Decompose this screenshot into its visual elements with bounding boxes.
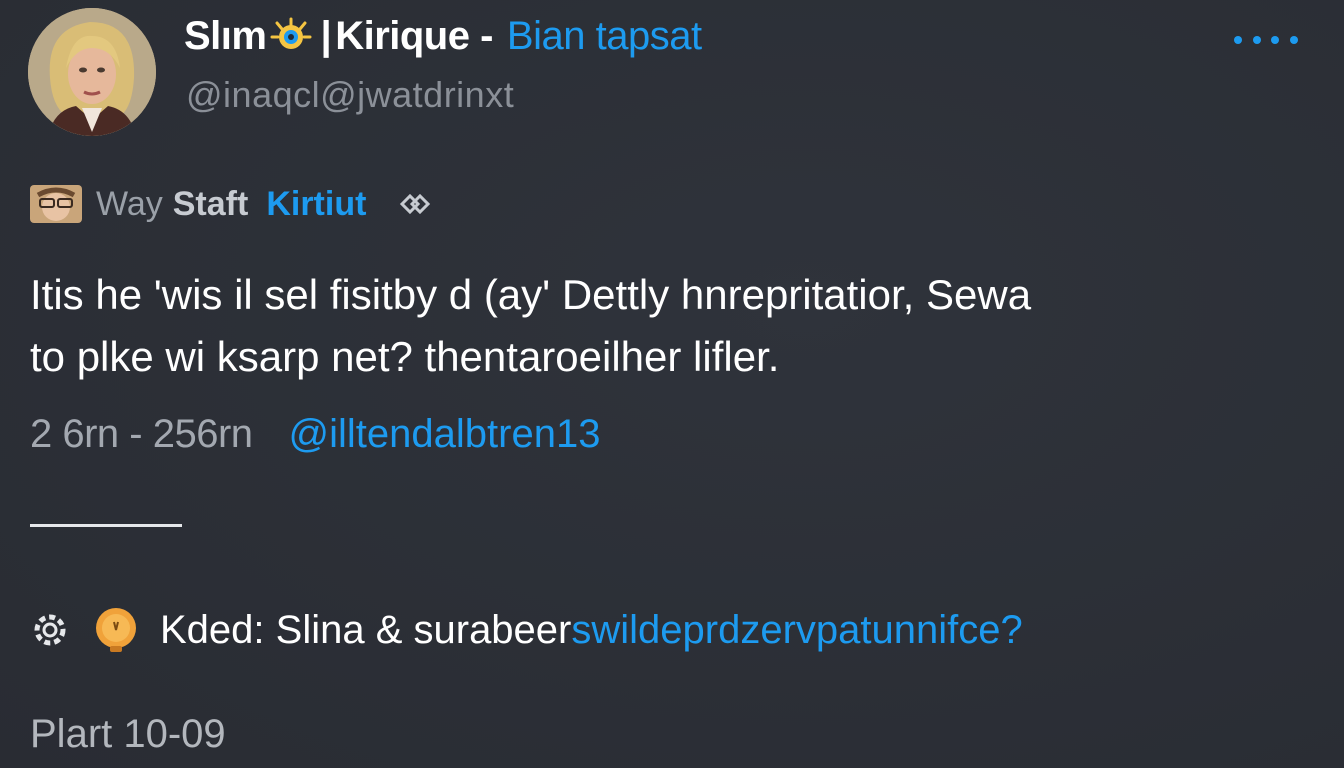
post-timestamp[interactable]: 2 6rn - 256rn [30,412,253,457]
display-name-start: Slım [184,14,267,58]
context-prefix: Way [96,184,163,223]
more-dot [1289,36,1298,44]
user-handle[interactable]: @inaqcl@jwatdrinxt [186,74,514,116]
display-name[interactable]: Slım | Kirique - Bian tapsat [184,14,702,59]
badge-emoji-icon [268,17,314,57]
context-thumbnail[interactable] [30,185,82,223]
context-link[interactable]: Kirtiut [266,185,366,224]
share-icon[interactable] [396,186,432,222]
display-name-tag[interactable]: Bian tapsat [507,14,702,59]
post-card: Slım | Kirique - Bian tapsat @inaqcl@jwa… [0,0,1344,768]
reply-context: Way Staft Kirtiut [30,182,432,226]
more-options-button[interactable] [1234,24,1298,56]
post-meta: 2 6rn - 256rn @illtendalbtren13 [30,412,600,457]
more-dot [1252,36,1261,44]
more-dot [1271,36,1280,44]
action-row: Kded: Slina & surabeer swildeprdzervpatu… [30,602,1023,658]
gear-icon[interactable] [30,610,70,650]
display-name-end: Kirique - [335,14,493,58]
action-link[interactable]: swildeprdzervpatunnifce? [571,608,1022,653]
avatar[interactable] [28,8,156,136]
more-horizontal-icon [1234,36,1242,44]
divider [30,524,182,527]
footer-text: Plart 10-09 [30,712,226,756]
name-separator: | [320,14,332,58]
mention-link[interactable]: @illtendalbtren13 [289,412,601,457]
post-text: Itis he 'wis il sel fisitby d (ay' Dettl… [30,271,1032,380]
lightbulb-icon [90,604,142,656]
action-label: Kded: Slina & surabeer [160,607,572,652]
context-bold: Staft [172,184,249,223]
